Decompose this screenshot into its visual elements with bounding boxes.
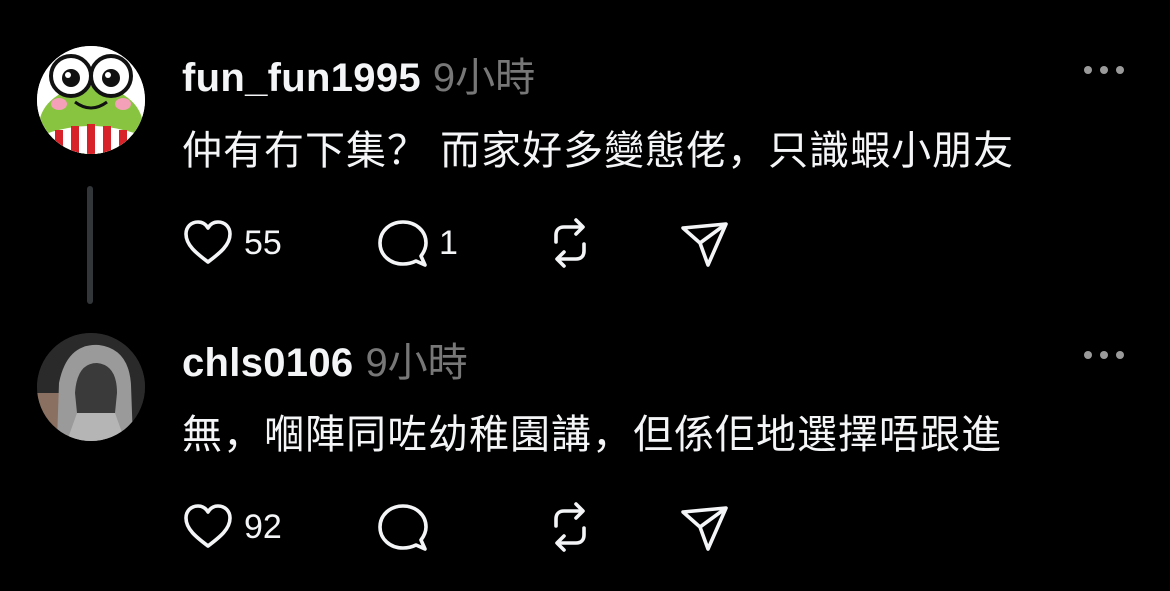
post-text: 仲有冇下集？ 而家好多變態佬，只識蝦小朋友 bbox=[182, 129, 1015, 173]
avatar[interactable] bbox=[37, 333, 145, 441]
hooded-person-avatar-icon bbox=[37, 333, 145, 441]
thread-line bbox=[87, 186, 93, 304]
more-options-button[interactable] bbox=[1082, 345, 1126, 365]
send-icon bbox=[681, 506, 728, 551]
post-header: fun_fun1995 9小時 bbox=[182, 45, 535, 103]
heart-icon bbox=[184, 504, 232, 548]
share-button[interactable] bbox=[676, 215, 732, 271]
repost-button[interactable] bbox=[542, 499, 598, 555]
reply-button[interactable] bbox=[375, 499, 439, 555]
like-count: 55 bbox=[244, 223, 282, 262]
repost-icon bbox=[554, 502, 586, 552]
username[interactable]: fun_fun1995 bbox=[182, 56, 421, 100]
post: chls0106 9小時 無，嗰陣同咗幼稚園講，但係佢地選擇唔跟進 92 bbox=[0, 300, 1170, 591]
more-options-icon bbox=[1084, 351, 1124, 359]
repost-button[interactable] bbox=[542, 215, 598, 271]
like-button[interactable]: 92 bbox=[180, 499, 282, 555]
more-options-button[interactable] bbox=[1082, 60, 1126, 80]
heart-icon bbox=[184, 220, 232, 264]
avatar[interactable] bbox=[37, 46, 145, 154]
share-button[interactable] bbox=[676, 499, 732, 555]
comment-bubble-icon bbox=[378, 504, 428, 551]
timestamp: 9小時 bbox=[365, 341, 468, 385]
like-button[interactable]: 55 bbox=[180, 215, 282, 271]
frog-cartoon-avatar-icon bbox=[37, 46, 145, 154]
reply-button[interactable]: 1 bbox=[375, 215, 458, 271]
reply-count: 1 bbox=[439, 223, 458, 262]
timestamp: 9小時 bbox=[432, 56, 536, 100]
post-text: 無，嗰陣同咗幼稚園講，但係佢地選擇唔跟進 bbox=[182, 413, 1002, 457]
post-header: chls0106 9小時 bbox=[182, 330, 468, 388]
repost-icon bbox=[554, 218, 586, 268]
username[interactable]: chls0106 bbox=[182, 341, 353, 385]
more-options-icon bbox=[1084, 66, 1124, 74]
like-count: 92 bbox=[244, 507, 282, 546]
comment-bubble-icon bbox=[378, 220, 428, 267]
post: fun_fun1995 9小時 仲有冇下集？ 而家好多變態佬，只識蝦小朋友 55 … bbox=[0, 0, 1170, 304]
send-icon bbox=[681, 222, 728, 267]
